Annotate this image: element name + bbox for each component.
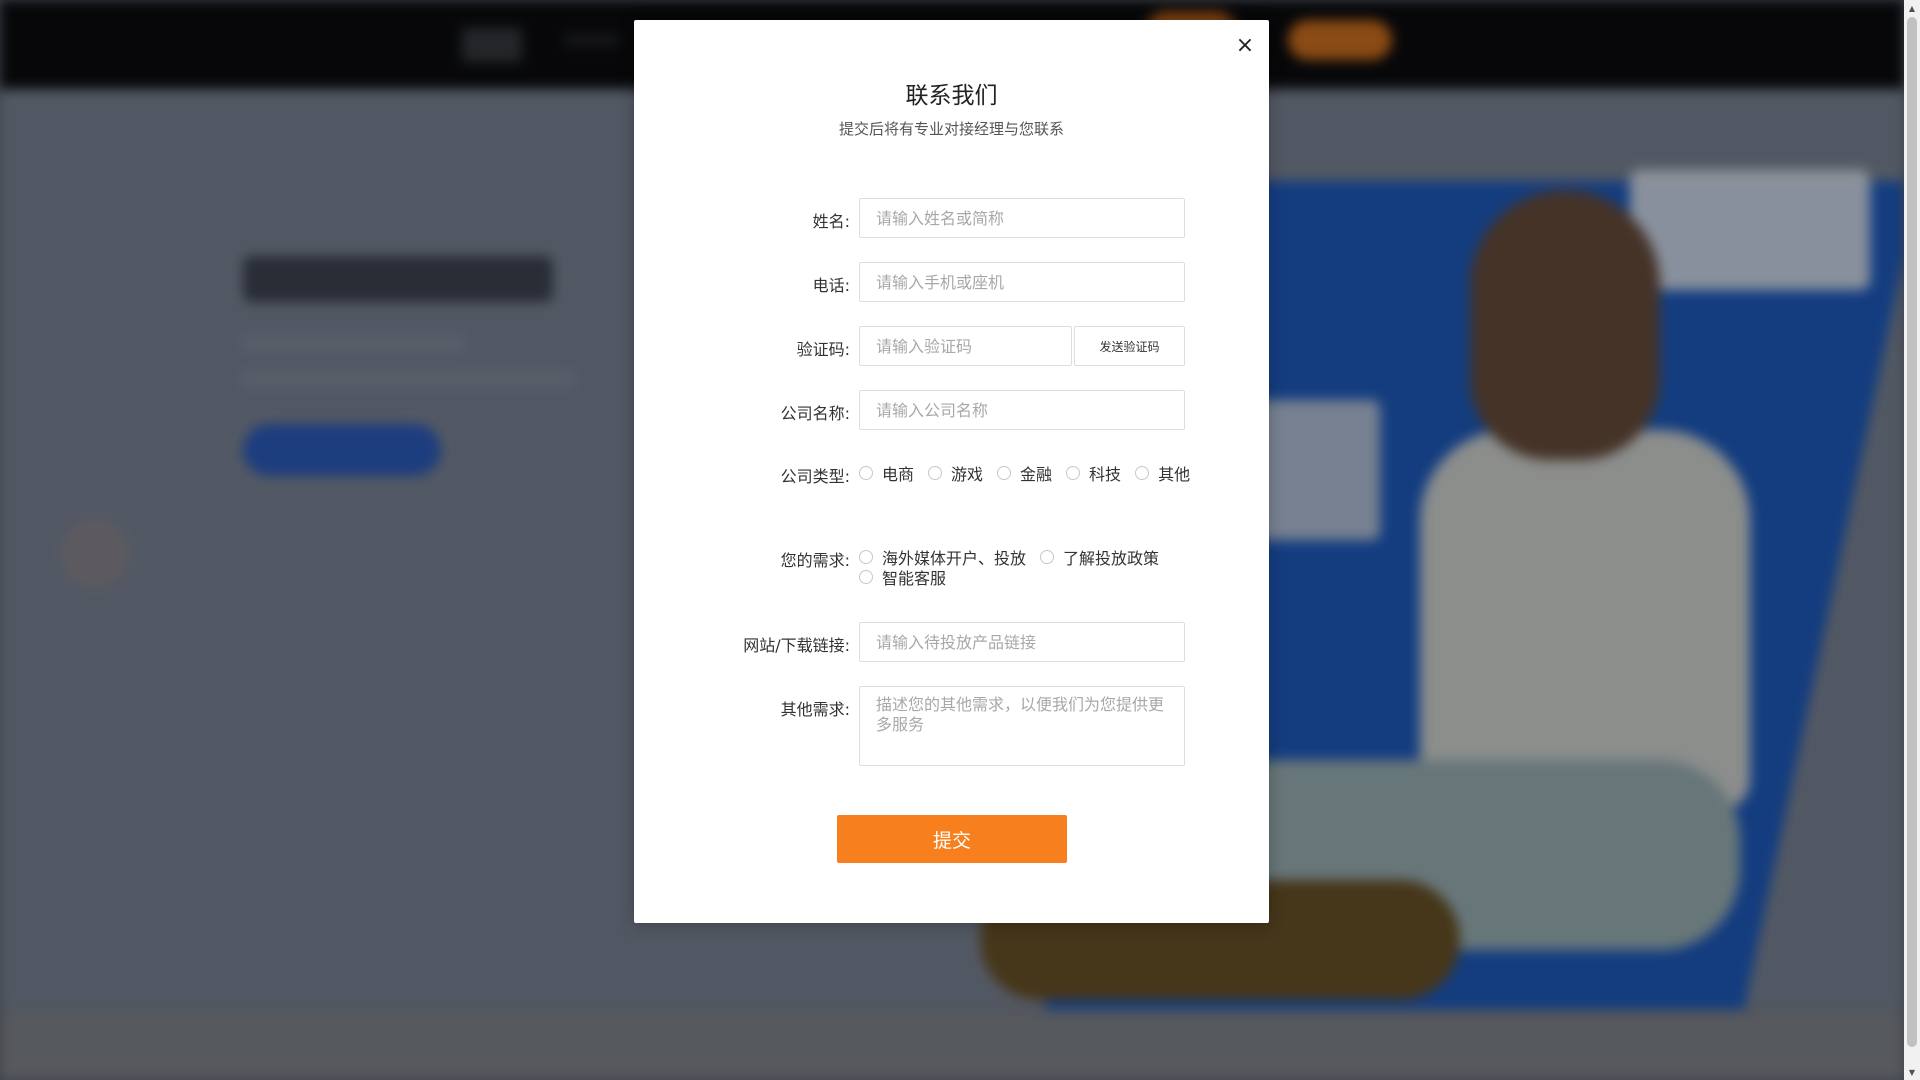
radio-option-finance[interactable]: 金融: [997, 463, 1053, 484]
website-label: 网站/下载链接:: [743, 636, 850, 655]
radio-option-label: 智能客服: [882, 569, 947, 588]
scrollbar-thumb[interactable]: [1907, 17, 1917, 1047]
needs-label: 您的需求:: [780, 551, 850, 570]
phone-input[interactable]: [859, 262, 1185, 302]
page-scrollbar[interactable]: ▲ ▼: [1904, 0, 1920, 1080]
radio-button[interactable]: [997, 466, 1012, 480]
company-name-label: 公司名称:: [780, 404, 850, 423]
contact-modal: × 联系我们 提交后将有专业对接经理与您联系 姓名: 电话: 验证码: 发送验证…: [634, 20, 1269, 923]
radio-button[interactable]: [928, 466, 943, 480]
modal-title: 联系我们: [905, 83, 998, 109]
other-needs-textarea[interactable]: [859, 686, 1185, 766]
radio-option-label: 金融: [1020, 465, 1053, 484]
radio-option-label: 了解投放政策: [1063, 549, 1160, 568]
modal-subtitle: 提交后将有专业对接经理与您联系: [838, 120, 1064, 138]
radio-option-label: 科技: [1089, 465, 1122, 484]
company-type-radio-group: 电商 游戏 金融 科技 其他: [859, 463, 1199, 484]
company-type-label: 公司类型:: [780, 467, 850, 486]
radio-option-label: 其他: [1158, 465, 1191, 484]
radio-button[interactable]: [859, 550, 873, 564]
other-needs-label: 其他需求:: [780, 700, 850, 719]
radio-button[interactable]: [1066, 466, 1081, 480]
name-label: 姓名:: [812, 212, 850, 231]
phone-label: 电话:: [812, 276, 850, 295]
radio-button[interactable]: [859, 466, 873, 480]
radio-button[interactable]: [859, 570, 873, 584]
radio-option-gaming[interactable]: 游戏: [928, 463, 984, 484]
radio-button[interactable]: [1040, 550, 1055, 564]
radio-option-tech[interactable]: 科技: [1066, 463, 1122, 484]
submit-button[interactable]: 提交: [837, 815, 1067, 863]
close-icon[interactable]: ×: [1231, 32, 1259, 60]
radio-option-label: 游戏: [951, 465, 984, 484]
radio-option-ecommerce[interactable]: 电商: [859, 463, 915, 484]
radio-button[interactable]: [1135, 466, 1150, 480]
send-code-button[interactable]: 发送验证码: [1074, 326, 1185, 366]
radio-option-ad-policy[interactable]: 了解投放政策: [1040, 547, 1160, 568]
name-input[interactable]: [859, 198, 1185, 238]
needs-radio-group: 海外媒体开户、投放 了解投放政策 智能客服: [859, 547, 1199, 588]
radio-option-smart-service[interactable]: 智能客服: [859, 567, 947, 588]
scroll-down-arrow-icon[interactable]: ▼: [1904, 1064, 1920, 1080]
verification-code-input[interactable]: [859, 326, 1072, 366]
radio-option-label: 电商: [882, 465, 915, 484]
browser-viewport: ▲ ▼ × 联系我们 提交后将有专业对接经理与您联系 姓名: 电话: 验证码: …: [0, 0, 1920, 1080]
company-name-input[interactable]: [859, 390, 1185, 430]
radio-option-other[interactable]: 其他: [1135, 463, 1191, 484]
radio-option-media-account[interactable]: 海外媒体开户、投放: [859, 547, 1026, 568]
scroll-up-arrow-icon[interactable]: ▲: [1904, 0, 1920, 16]
verification-code-label: 验证码:: [796, 340, 850, 359]
website-input[interactable]: [859, 622, 1185, 662]
